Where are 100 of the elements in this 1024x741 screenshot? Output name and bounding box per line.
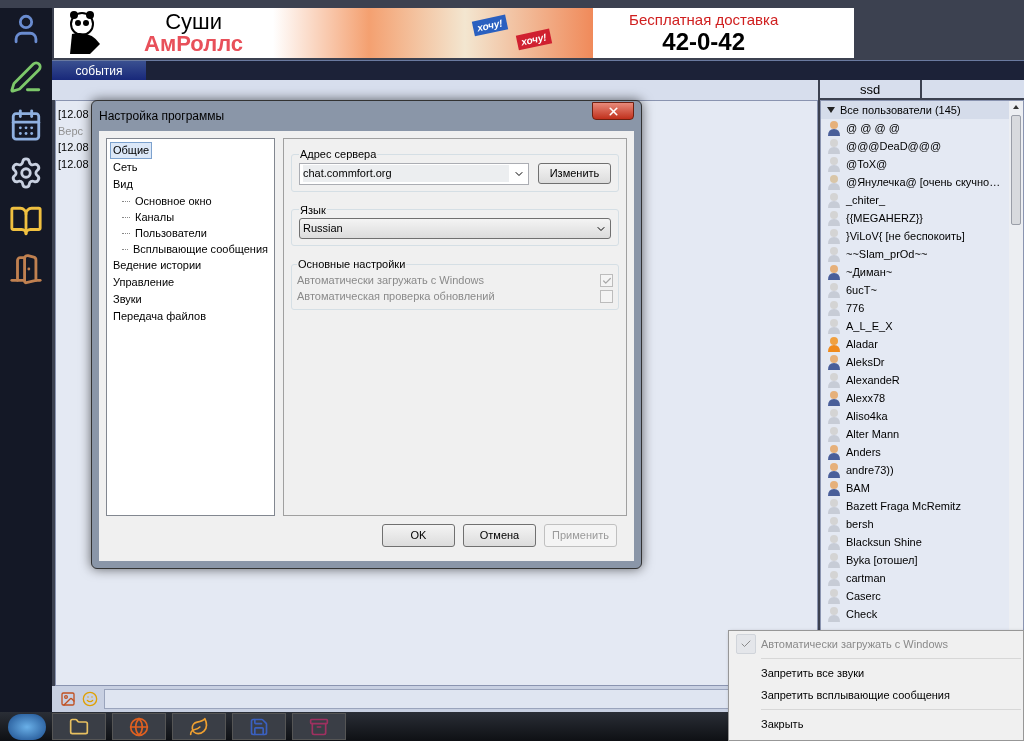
banner-promo: Бесплатная доставка xyxy=(629,12,779,27)
user-list-item[interactable]: Caserc xyxy=(821,587,1009,605)
dialog-button[interactable]: OK xyxy=(382,523,455,547)
user-avatar-icon xyxy=(827,372,841,388)
pencil-icon[interactable] xyxy=(9,60,43,94)
picture-icon[interactable] xyxy=(60,691,76,707)
user-avatar-icon xyxy=(827,318,841,334)
tree-item[interactable]: Звуки xyxy=(110,291,145,308)
user-avatar-icon xyxy=(827,606,841,622)
book-icon[interactable] xyxy=(9,204,43,238)
user-list-item[interactable]: Check xyxy=(821,605,1009,623)
menu-item[interactable]: Закрыть xyxy=(731,713,1021,735)
user-list-item[interactable]: Blacksun Shine xyxy=(821,533,1009,551)
tree-item[interactable]: Основное окно xyxy=(132,192,215,210)
menu-item[interactable]: Запретить все звуки xyxy=(731,662,1021,684)
option-label: Автоматически загружать с Windows xyxy=(297,273,484,289)
chat-line: Верс xyxy=(58,124,84,137)
user-avatar-icon xyxy=(827,354,841,370)
user-list-item[interactable]: andre73)) xyxy=(821,461,1009,479)
tree-item[interactable]: Каналы xyxy=(132,208,178,226)
user-list-item[interactable]: Bazett Fraga McRemitz xyxy=(821,497,1009,515)
banner-brand: АмРоллс xyxy=(144,33,244,55)
scroll-up-icon[interactable] xyxy=(1013,105,1019,109)
user-list-item[interactable]: ~~Slam_prOd~~ xyxy=(821,245,1009,263)
change-button[interactable]: Изменить xyxy=(538,163,611,184)
user-list-item[interactable]: 776 xyxy=(821,299,1009,317)
group-label: Язык xyxy=(299,202,327,218)
door-exit-icon[interactable] xyxy=(9,252,43,286)
user-list-item[interactable]: Alter Mann xyxy=(821,425,1009,443)
user-avatar-icon xyxy=(827,426,841,442)
scroll-thumb[interactable] xyxy=(1011,115,1021,225)
user-list-item[interactable]: }ViLoV{ [не беспокоить] xyxy=(821,227,1009,245)
user-avatar-icon xyxy=(827,570,841,586)
dialog-title: Настройка программы xyxy=(99,108,225,125)
user-list-item[interactable]: @ @ @ @ xyxy=(821,119,1009,137)
user-avatar-icon xyxy=(827,192,841,208)
user-list-item[interactable]: bersh xyxy=(821,515,1009,533)
taskbar-app-icon[interactable] xyxy=(189,716,209,737)
user-list-item[interactable]: @@@DeaD@@@ xyxy=(821,137,1009,155)
user-list-item[interactable]: A_L_E_X xyxy=(821,317,1009,335)
user-avatar-icon xyxy=(827,174,841,190)
tree-item[interactable]: Вид xyxy=(110,176,136,193)
user-list-item[interactable]: @Янулечка@ [очень скучно… xyxy=(821,173,1009,191)
tree-item[interactable]: Всплывающие сообщения xyxy=(130,240,271,258)
user-avatar-icon xyxy=(827,246,841,262)
user-avatar-icon xyxy=(827,120,841,136)
group-label: Адрес сервера xyxy=(299,147,378,162)
user-list-item[interactable]: Aladar xyxy=(821,335,1009,353)
user-group-header[interactable]: Все пользователи (145) xyxy=(821,101,1009,119)
user-list-item[interactable]: _chiter_ xyxy=(821,191,1009,209)
user-list-item[interactable]: Aliso4ka xyxy=(821,407,1009,425)
banner-sticker: хочу! xyxy=(515,28,552,51)
tree-item[interactable]: Управление xyxy=(110,274,178,291)
user-list-item[interactable]: AlexandeR xyxy=(821,371,1009,389)
user-list-item[interactable]: ~Диман~ xyxy=(821,263,1009,281)
taskbar-app-icon[interactable] xyxy=(129,716,149,737)
tree-item[interactable]: Сеть xyxy=(110,159,141,176)
option-label: Автоматическая проверка обновлений xyxy=(297,289,495,305)
group-label: Все пользователи (145) xyxy=(840,102,961,118)
settings-icon[interactable] xyxy=(9,156,43,190)
advertising-banner[interactable]: Суши АмРоллс хочу! хочу! Бесплатная доставка 42-0-42 xyxy=(54,8,854,58)
user-avatar-icon xyxy=(827,156,841,172)
user-avatar-icon xyxy=(827,210,841,226)
chat-tab[interactable]: события xyxy=(52,61,146,80)
user-list-item[interactable]: cartman xyxy=(821,569,1009,587)
tree-item[interactable]: Общие xyxy=(110,142,153,159)
user-list-item[interactable]: 6ucT~ xyxy=(821,281,1009,299)
user-avatar-icon xyxy=(827,498,841,514)
chat-line: [12.08 xyxy=(58,141,89,153)
user-avatar-icon xyxy=(827,462,841,478)
user-list-item[interactable]: Alexx78 xyxy=(821,389,1009,407)
user-avatar-icon xyxy=(827,264,841,280)
banner-sticker: хочу! xyxy=(471,14,508,37)
user-list-item[interactable]: BAM xyxy=(821,479,1009,497)
user-list-item[interactable]: Anders xyxy=(821,443,1009,461)
server-address-field[interactable]: chat.commfort.org xyxy=(299,162,529,185)
chat-line: [12.08 xyxy=(58,108,89,120)
chat-line: [12.08 xyxy=(58,157,89,170)
close-button[interactable] xyxy=(592,102,634,120)
dialog-button[interactable]: Отмена xyxy=(463,523,536,547)
user-avatar-icon xyxy=(827,516,841,532)
tree-item[interactable]: Передача файлов xyxy=(110,308,210,325)
user-avatar-icon xyxy=(827,138,841,154)
language-dropdown[interactable]: Russian xyxy=(299,218,611,239)
user-list-item[interactable]: Byka [отошел] xyxy=(821,551,1009,569)
user-avatar-icon xyxy=(827,300,841,316)
menu-item[interactable]: Запретить всплывающие сообщения xyxy=(731,684,1021,706)
tree-item[interactable]: Пользователи xyxy=(132,224,210,242)
user-list-item[interactable]: @ToX@ xyxy=(821,155,1009,173)
user-list-item[interactable]: {{MEGAHERZ}} xyxy=(821,209,1009,227)
start-button[interactable] xyxy=(8,713,46,740)
user-avatar-icon xyxy=(827,534,841,550)
user-avatar-icon xyxy=(827,390,841,406)
group-label: Основные настройки xyxy=(297,257,407,272)
user-list-item[interactable]: AleksDr xyxy=(821,353,1009,371)
user-avatar-icon xyxy=(827,480,841,496)
tree-item[interactable]: Ведение истории xyxy=(110,257,205,274)
taskbar-app-icon[interactable] xyxy=(69,716,89,737)
calendar-icon[interactable] xyxy=(9,108,43,142)
close-icon xyxy=(606,104,620,118)
